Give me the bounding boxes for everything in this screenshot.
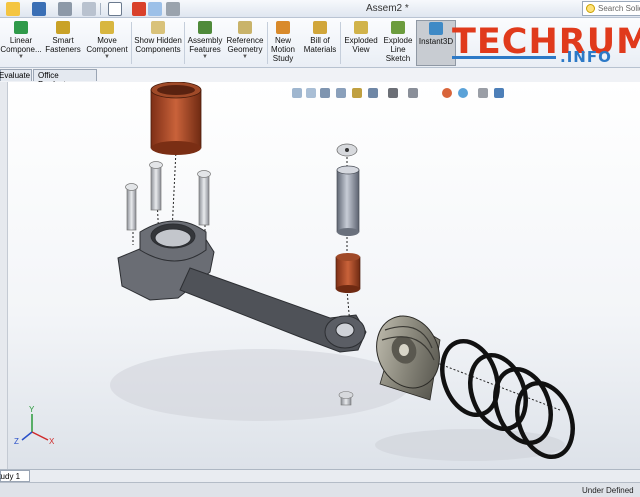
smart-fasteners-icon xyxy=(56,21,70,34)
explode-line-sketch-icon xyxy=(391,21,405,34)
search-input[interactable]: Search Solid xyxy=(582,1,640,16)
logo-domain: .INFO xyxy=(560,48,612,66)
undo-icon[interactable] xyxy=(82,2,96,16)
bill-of-materials-icon xyxy=(313,21,327,34)
tab-evaluate[interactable]: Evaluate xyxy=(0,69,32,81)
options-icon[interactable] xyxy=(166,2,180,16)
apply-scene-icon[interactable] xyxy=(458,88,468,98)
print-icon[interactable] xyxy=(58,2,72,16)
bill-of-materials-button[interactable]: Bill of Materials xyxy=(302,20,338,66)
triad-x-label: X xyxy=(49,437,55,446)
tab-office-products[interactable]: Office Products xyxy=(33,69,97,89)
view-orientation-icon[interactable] xyxy=(368,88,378,98)
bolts xyxy=(125,161,211,231)
show-hidden-icon xyxy=(151,21,165,34)
command-tabs: Evaluate Office Products xyxy=(0,68,640,89)
rebuild-icon[interactable] xyxy=(132,2,146,16)
tab-study-1[interactable]: Study 1 xyxy=(0,470,30,482)
motion-study-icon xyxy=(276,21,290,34)
status-bar: Under Defined xyxy=(0,482,640,497)
pin-cap xyxy=(336,143,358,157)
steel-pin xyxy=(336,165,360,236)
section-view-icon[interactable] xyxy=(336,88,346,98)
view-settings-icon[interactable] xyxy=(478,88,488,98)
explode-line-sketch-button[interactable]: Explode Line Sketch xyxy=(382,20,414,66)
bolt-3 xyxy=(197,170,211,226)
piston-shadow xyxy=(375,429,565,461)
exploded-view-icon xyxy=(354,21,368,34)
bolt-2 xyxy=(149,161,163,211)
new-document-icon[interactable] xyxy=(6,2,20,16)
dynamic-annotation-icon[interactable] xyxy=(352,88,362,98)
linear-pattern-button[interactable]: Linear Compone... ▼ xyxy=(0,20,42,66)
move-component-button[interactable]: Move Component ▼ xyxy=(86,20,128,66)
display-style-icon[interactable] xyxy=(388,88,398,98)
triad-z-label: Z xyxy=(14,437,19,446)
show-hidden-components-button[interactable]: Show Hidden Components xyxy=(134,20,182,66)
previous-view-icon[interactable] xyxy=(320,88,330,98)
hide-show-items-icon[interactable] xyxy=(408,88,418,98)
file-properties-icon[interactable] xyxy=(148,2,162,16)
view-triad xyxy=(21,414,49,441)
status-text: Under Defined xyxy=(582,486,634,495)
instant3d-icon xyxy=(429,22,443,35)
zoom-area-icon[interactable] xyxy=(306,88,316,98)
reference-geometry-button[interactable]: Reference Geometry ▼ xyxy=(225,20,265,66)
connecting-rod xyxy=(117,220,367,353)
search-icon xyxy=(586,4,595,13)
bolt-1 xyxy=(125,183,138,231)
small-copper-bushing xyxy=(335,253,361,293)
assembly-features-button[interactable]: Assembly Features ▼ xyxy=(186,20,224,66)
logo-underline xyxy=(452,56,556,59)
save-icon[interactable] xyxy=(32,2,46,16)
monitor-icon[interactable] xyxy=(494,88,504,98)
reference-geometry-icon xyxy=(238,21,252,34)
assembly-features-icon xyxy=(198,21,212,34)
move-component-icon xyxy=(100,21,114,34)
triad-y-label: Y xyxy=(29,405,35,414)
small-screw xyxy=(338,391,354,406)
linear-pattern-icon xyxy=(14,21,28,34)
exploded-view-button[interactable]: Exploded View xyxy=(342,20,380,66)
feature-manager-collapsed[interactable] xyxy=(0,82,8,469)
window-title: Assem2 * xyxy=(366,3,409,14)
model-tabs: Study 1 xyxy=(0,469,640,482)
graphics-area[interactable]: Y X Z xyxy=(0,82,640,469)
assembly-model: Y X Z xyxy=(14,82,575,461)
new-motion-study-button[interactable]: New Motion Study xyxy=(268,20,298,66)
big-copper-bushing xyxy=(150,82,202,155)
model-shadow xyxy=(110,349,410,421)
select-icon[interactable] xyxy=(108,2,122,16)
title-bar: Assem2 * Search Solid xyxy=(0,0,640,18)
zoom-to-fit-icon[interactable] xyxy=(292,88,302,98)
edit-appearance-icon[interactable] xyxy=(442,88,452,98)
instant3d-button[interactable]: Instant3D xyxy=(416,20,456,66)
smart-fasteners-button[interactable]: Smart Fasteners xyxy=(44,20,82,66)
